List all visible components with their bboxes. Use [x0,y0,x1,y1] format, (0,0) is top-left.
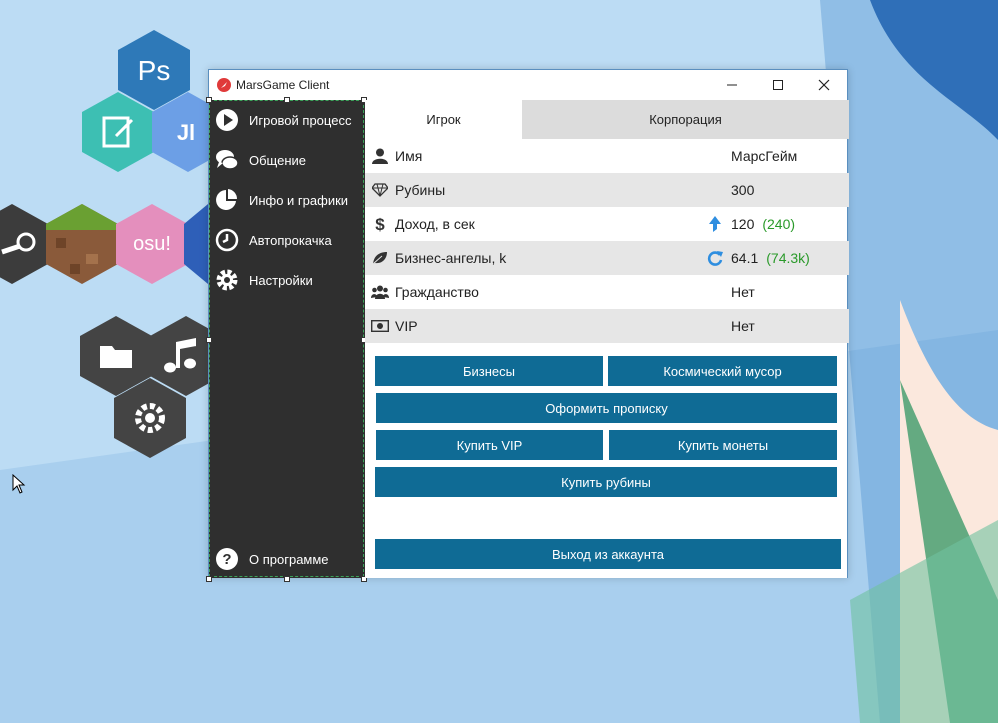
sidebar: Игровой процесс Общение Инфо и графики А… [206,97,367,582]
chat-icon [215,148,239,172]
minimize-button[interactable] [709,70,755,100]
register-button[interactable]: Оформить прописку [376,393,837,423]
maximize-button[interactable] [755,70,801,100]
question-icon: ? [215,547,239,571]
stat-value: МарсГейм [731,148,798,164]
resize-handle[interactable] [206,97,212,103]
app-logo-icon [217,78,231,92]
stat-label: Гражданство [395,284,479,300]
document-edit-icon[interactable] [82,92,154,172]
stat-row-citizenship: Гражданство Нет [365,275,849,309]
sidebar-item-about[interactable]: ? О программе [215,546,361,572]
svg-text:?: ? [222,551,231,568]
sidebar-item-settings[interactable]: Настройки [215,267,361,293]
stat-row-income: $ Доход, в сек 120 (240) [365,207,849,241]
title-bar[interactable]: MarsGame Client [209,70,847,100]
sidebar-item-label: О программе [249,551,329,567]
user-icon [371,148,389,164]
resize-handle[interactable] [284,97,290,103]
tab-corporation[interactable]: Корпорация [522,100,849,139]
stat-value: Нет [731,318,755,334]
stat-row-angels: Бизнес-ангелы, k 64.1 (74.3k) [365,241,849,275]
svg-text:osu!: osu! [133,233,171,255]
arrow-up-icon [709,216,721,232]
stat-value: Нет [731,284,755,300]
app-window: MarsGame Client Игровой процесс Общение … [206,69,849,582]
resize-handle[interactable] [206,576,212,582]
maximize-icon [773,80,783,90]
clock-icon [215,228,239,252]
leaf-icon [371,250,389,266]
svg-text:Ps: Ps [138,55,171,86]
sidebar-item-label: Настройки [249,272,313,288]
mouse-cursor-icon [12,474,26,494]
sidebar-item-label: Игровой процесс [249,112,352,128]
sidebar-item-gameplay[interactable]: Игровой процесс [215,107,361,133]
resize-handle[interactable] [284,576,290,582]
blue-hex-icon [184,204,208,284]
dollar-icon: $ [371,215,389,233]
stat-row-rubies: Рубины 300 [365,173,849,207]
sidebar-item-autoupgrade[interactable]: Автопрокачка [215,227,361,253]
sidebar-item-chat[interactable]: Общение [215,147,361,173]
sidebar-item-label: Автопрокачка [249,232,332,248]
gear-icon [215,268,239,292]
minecraft-grass-icon[interactable] [46,204,118,284]
space-junk-button[interactable]: Космический мусор [608,356,837,386]
refresh-icon [707,251,723,266]
stat-value: 64.1 (74.3k) [731,250,810,266]
stat-label: VIP [395,318,418,334]
minimize-icon [727,84,737,86]
stat-row-name: Имя МарсГейм [365,139,849,173]
buy-rubies-button[interactable]: Купить рубины [375,467,837,497]
logout-button[interactable]: Выход из аккаунта [375,539,841,569]
stat-label: Доход, в сек [395,216,475,232]
osu-icon[interactable]: osu! [116,204,188,284]
svg-text:$: $ [375,215,385,233]
stat-label: Бизнес-ангелы, k [395,250,507,266]
diamond-icon [371,182,389,198]
sidebar-item-label: Инфо и графики [249,192,349,208]
buy-vip-button[interactable]: Купить VIP [376,430,603,460]
pie-chart-icon [215,188,239,212]
window-title: MarsGame Client [236,78,330,92]
tab-player[interactable]: Игрок [365,100,522,139]
play-icon [215,108,239,132]
stat-label: Имя [395,148,423,164]
buy-coins-button[interactable]: Купить монеты [609,430,837,460]
stat-row-vip: VIP Нет [365,309,849,343]
steam-icon[interactable] [0,204,48,284]
businesses-button[interactable]: Бизнесы [375,356,603,386]
main-panel: Игрок Корпорация Имя МарсГейм Рубины 300… [365,100,849,578]
sidebar-item-label: Общение [249,152,307,168]
sidebar-item-info-charts[interactable]: Инфо и графики [215,187,361,213]
close-button[interactable] [801,70,847,100]
stat-label: Рубины [395,182,446,198]
stat-value: 120 (240) [731,216,796,232]
money-icon [371,318,389,334]
svg-text:Jl: Jl [177,120,195,145]
stat-value: 300 [731,182,755,198]
resize-handle[interactable] [206,337,212,343]
settings-gear-icon[interactable] [114,378,186,458]
users-icon [371,284,389,300]
jl-app-icon[interactable]: Jl [152,92,212,172]
close-icon [818,79,830,91]
